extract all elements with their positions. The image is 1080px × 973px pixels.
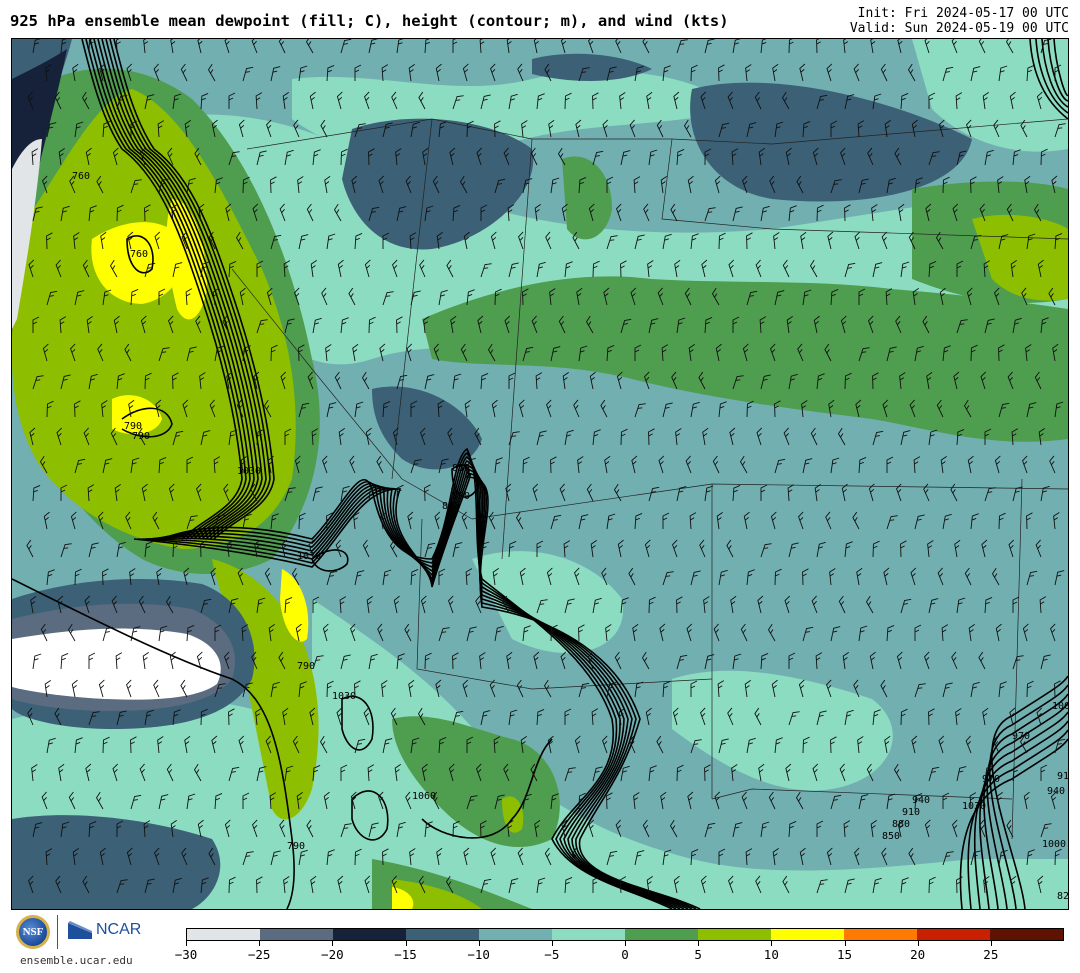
contour-label: 760 [130,249,148,260]
ncar-mark-icon [68,921,92,939]
colorbar-tick-label: −5 [544,947,560,962]
colorbar-swatch [552,929,625,940]
colorbar-ticks: −30 −25 −20 −15 −10 −5 0 5 10 15 20 25 [175,941,1064,971]
colorbar-tick [990,941,992,946]
colorbar-swatch [990,929,1063,940]
colorbar-tick-label: −30 [174,947,198,962]
colorbar-tick [698,941,700,946]
colorbar-swatch [260,929,333,940]
colorbar-tick [332,941,334,946]
contour-label: 910 [1057,771,1068,782]
contour-label: 1030 [297,551,321,562]
colorbar-tick [405,941,407,946]
contour-label: 1000 [1052,701,1068,712]
colorbar-tick [259,941,261,946]
colorbar-tick [771,941,773,946]
contour-label: 820 [1057,891,1068,902]
contour-label: 1030 [962,801,986,812]
colorbar-swatch [406,929,479,940]
colorbar-tick-label: 5 [694,947,702,962]
colorbar-tick [551,941,553,946]
contour-label: 1030 [332,691,356,702]
colorbar-tick-label: 10 [763,947,779,962]
colorbar-tick-label: −15 [394,947,417,962]
contour-label: 970 [982,774,1000,785]
colorbar-tick-label: 20 [910,947,926,962]
colorbar-tick [186,941,187,946]
ncar-logo: NCAR [68,919,154,943]
colorbar-swatch [625,929,698,940]
colorbar-tick [844,941,846,946]
logo-area: NSF NCAR ensemble.ucar.edu [14,913,154,969]
contour-label: 910 [902,807,920,818]
contour-label: 1000 [1042,839,1066,850]
colorbar-swatch [333,929,406,940]
valid-time: Valid: Sun 2024-05-19 00 UTC [849,21,1069,36]
contour-label: 760 [72,171,90,182]
contour-label: 1030 [237,466,261,477]
weather-map: 7907907907607601030103010308508808509109… [11,38,1069,910]
colorbar [186,928,1064,941]
ncar-wordmark: NCAR [96,921,142,938]
colorbar-swatch [479,929,552,940]
colorbar-tick-label: −20 [321,947,344,962]
contour-label: 1060 [412,791,436,802]
colorbar-swatch [917,929,990,940]
contour-label: 940 [912,795,930,806]
colorbar-tick-label: −10 [467,947,490,962]
contour-label: 850 [442,501,460,512]
colorbar-tick-label: −25 [247,947,271,962]
contour-label: 790 [297,661,315,672]
site-url: ensemble.ucar.edu [20,954,133,967]
run-info: Init: Fri 2024-05-17 00 UTC Valid: Sun 2… [850,6,1069,36]
init-time: Init: Fri 2024-05-17 00 UTC [857,6,1069,21]
contour-label: 850 [882,831,900,842]
colorbar-tick [625,941,626,946]
colorbar-tick [478,941,480,946]
colorbar-swatch [771,929,844,940]
colorbar-swatch [844,929,917,940]
colorbar-tick [917,941,919,946]
map-title: 925 hPa ensemble mean dewpoint (fill; C)… [10,12,729,30]
contour-label: 940 [1047,786,1065,797]
colorbar-tick-label: 25 [983,947,999,962]
contour-label: 880 [892,819,910,830]
nsf-logo: NSF [16,915,50,949]
colorbar-tick-label: 15 [836,947,853,962]
colorbar-tick-label: 0 [621,947,629,962]
logo-divider [57,915,58,949]
contour-label: 790 [287,841,305,852]
colorbar-swatch [698,929,771,940]
colorbar-swatch [187,929,260,940]
